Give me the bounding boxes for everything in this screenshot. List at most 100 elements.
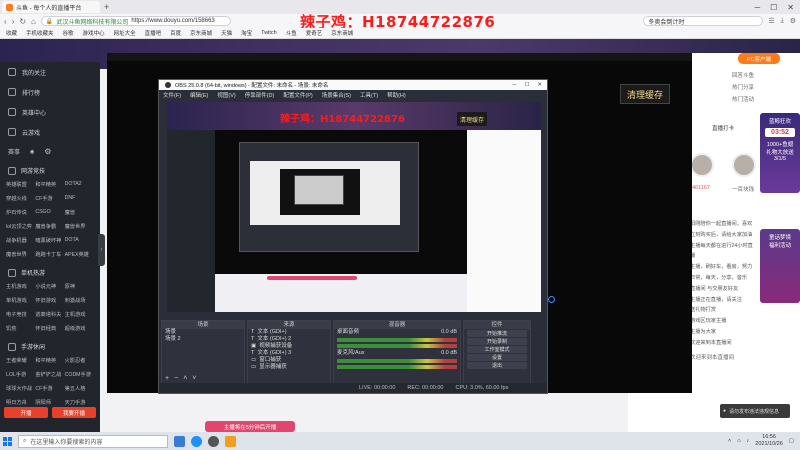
close-icon[interactable]: ✕ bbox=[537, 82, 542, 88]
task-view-icon[interactable] bbox=[174, 435, 185, 447]
sidebar-item-rank[interactable]: 排行榜 bbox=[0, 82, 100, 102]
promo-card[interactable]: 蓝鲸狂欢 03:52 1000+鱼翅 礼物大放送 3/1/5 bbox=[760, 113, 800, 193]
game-link[interactable]: 阴阳师 bbox=[35, 399, 64, 406]
game-link[interactable]: 英雄联盟 bbox=[6, 181, 35, 188]
game-link[interactable]: 和平精英 bbox=[35, 357, 64, 364]
game-link[interactable]: CSGO bbox=[35, 209, 64, 216]
down-icon[interactable]: ˅ bbox=[192, 375, 196, 382]
spade-icon[interactable]: ♠ bbox=[30, 147, 34, 156]
home-icon[interactable]: ⌂ bbox=[31, 17, 36, 26]
bookmark-item[interactable]: Twitch bbox=[261, 30, 277, 36]
pink-toast[interactable]: 主播将在5分钟后开播 bbox=[205, 421, 295, 432]
game-link[interactable]: 和平精英 bbox=[35, 181, 64, 188]
remove-icon[interactable]: − bbox=[174, 375, 178, 382]
download-icon[interactable]: ⤓ bbox=[781, 17, 784, 25]
bookmark-item[interactable]: 淘宝 bbox=[241, 29, 252, 37]
game-link[interactable]: LOL手游 bbox=[6, 371, 35, 378]
back-icon[interactable]: ‹ bbox=[4, 17, 7, 26]
new-tab-button[interactable]: + bbox=[104, 2, 109, 12]
bookmark-item[interactable]: 网址大全 bbox=[114, 29, 136, 37]
game-link[interactable]: 火影忍者 bbox=[65, 357, 94, 364]
game-link[interactable]: CF手游 bbox=[35, 385, 64, 392]
game-link[interactable]: 单机游戏 bbox=[6, 297, 35, 304]
settings-icon[interactable]: ⚙ bbox=[790, 17, 796, 25]
game-link[interactable]: 魔兽世界 bbox=[65, 223, 94, 230]
avatar[interactable] bbox=[690, 153, 714, 177]
game-link[interactable]: 暗黑破坏神 bbox=[35, 237, 64, 244]
gear-icon[interactable]: ⚙ bbox=[44, 147, 51, 156]
bookmark-item[interactable]: 京东商城 bbox=[190, 29, 212, 37]
notification-center-icon[interactable]: ▢ bbox=[789, 438, 794, 444]
game-link[interactable]: 怀旧经典 bbox=[35, 325, 64, 332]
notification-popup[interactable]: ● 请勿发布违法违规信息 bbox=[720, 404, 790, 418]
menu-item[interactable]: 帮助(H) bbox=[387, 91, 406, 99]
taskbar-search-input[interactable]: ⌕ 在这里输入你要搜索的内容 bbox=[18, 434, 168, 448]
volume-icon[interactable]: ♪ bbox=[747, 438, 750, 444]
menu-icon[interactable]: ☰ bbox=[768, 17, 774, 25]
bookmark-item[interactable]: 直播吧 bbox=[145, 29, 162, 37]
source-item[interactable]: T 文本 (GDI+) 3 bbox=[248, 350, 330, 357]
game-link[interactable]: 战争机器 bbox=[6, 237, 35, 244]
game-link[interactable]: 超级游戏 bbox=[65, 325, 94, 332]
game-link[interactable]: 天刀手游 bbox=[65, 399, 94, 406]
avatar[interactable] bbox=[732, 153, 756, 177]
file-explorer-icon[interactable] bbox=[225, 435, 236, 447]
bookmark-item[interactable]: 百度 bbox=[170, 29, 181, 37]
game-link[interactable]: 原神 bbox=[65, 283, 94, 290]
url-input[interactable]: 🔒 武汉斗鱼网络科技有限公司 https://www.douyu.com/158… bbox=[40, 16, 231, 26]
network-icon[interactable]: ⌂ bbox=[737, 438, 740, 444]
game-link[interactable]: 魔兽争霸 bbox=[35, 223, 64, 230]
up-icon[interactable]: ˄ bbox=[183, 375, 187, 382]
menu-item[interactable]: 场景集合(S) bbox=[322, 91, 351, 99]
studio-mode-button[interactable]: 工作室模式 bbox=[467, 346, 527, 353]
game-link[interactable]: 明日方舟 bbox=[6, 399, 35, 406]
bookmark-item[interactable]: 斗鱼 bbox=[286, 29, 297, 37]
maximize-icon[interactable]: ☐ bbox=[524, 82, 529, 88]
bookmark-item[interactable]: 收藏 bbox=[6, 29, 17, 37]
tray-up-icon[interactable]: ˄ bbox=[728, 438, 731, 444]
bookmark-item[interactable]: 手机收藏夹 bbox=[26, 29, 54, 37]
game-link[interactable]: 金铲铲之战 bbox=[35, 371, 64, 378]
game-link[interactable]: 穿越火线 bbox=[6, 195, 35, 202]
game-link[interactable]: 魔兽世界 bbox=[6, 251, 35, 258]
volume-slider[interactable] bbox=[337, 344, 457, 348]
game-link[interactable]: 刺激战场 bbox=[65, 297, 94, 304]
obs-app-icon[interactable] bbox=[208, 435, 219, 447]
bookmark-item[interactable]: 京东商城 bbox=[331, 29, 353, 37]
minimize-icon[interactable]: ─ bbox=[754, 3, 760, 12]
bookmark-item[interactable]: 谷歌 bbox=[63, 29, 74, 37]
game-link[interactable]: 主机游戏 bbox=[65, 311, 94, 318]
game-link[interactable]: 炉石传说 bbox=[6, 209, 35, 216]
game-link[interactable]: 小说元神 bbox=[35, 283, 64, 290]
game-link[interactable]: 球球大作战 bbox=[6, 385, 35, 392]
game-link[interactable]: 跑跑卡丁车 bbox=[35, 251, 64, 258]
game-link[interactable]: lol云顶之弈 bbox=[6, 223, 35, 230]
search-input[interactable]: 冬奥会倒计时 bbox=[643, 16, 764, 26]
menu-item[interactable]: 工具(T) bbox=[360, 91, 378, 99]
add-icon[interactable]: + bbox=[165, 375, 169, 382]
source-item[interactable]: T 文本 (GDI+) bbox=[248, 329, 330, 336]
menu-item[interactable]: 编辑(E) bbox=[190, 91, 208, 99]
game-link[interactable]: 逃离塔科夫 bbox=[35, 311, 64, 318]
pc-client-button[interactable]: PC客户端 bbox=[738, 53, 780, 64]
game-link[interactable]: CODM手游 bbox=[65, 371, 94, 378]
start-windows-icon[interactable] bbox=[3, 436, 12, 446]
source-item[interactable]: ▭ 显示器捕获 bbox=[248, 364, 330, 371]
menu-item[interactable]: 配置文件(P) bbox=[283, 91, 312, 99]
game-link[interactable]: DOTA2 bbox=[65, 181, 94, 188]
game-link[interactable]: 主机游戏 bbox=[6, 283, 35, 290]
bookmark-item[interactable]: 爱奇艺 bbox=[306, 29, 323, 37]
start-streaming-button[interactable]: 开始推流 bbox=[467, 330, 527, 337]
source-item[interactable]: ▣ 视频捕获设备 bbox=[248, 343, 330, 350]
game-link[interactable]: APEX英雄 bbox=[65, 251, 94, 258]
sidebar-collapse-handle[interactable]: ‹ bbox=[98, 234, 105, 266]
tip-link[interactable]: 热门分享 bbox=[732, 83, 754, 91]
settings-button[interactable]: 设置 bbox=[467, 354, 527, 361]
forward-icon[interactable]: › bbox=[12, 17, 15, 26]
game-link[interactable]: 王者荣耀 bbox=[6, 357, 35, 364]
bookmark-item[interactable]: 游戏中心 bbox=[83, 29, 105, 37]
clock[interactable]: 16:56 2021/10/26 bbox=[755, 434, 783, 448]
game-link[interactable]: 饥荒 bbox=[6, 325, 35, 332]
game-link[interactable]: DOTA bbox=[65, 237, 94, 244]
menu-item[interactable]: 视图(V) bbox=[217, 91, 235, 99]
